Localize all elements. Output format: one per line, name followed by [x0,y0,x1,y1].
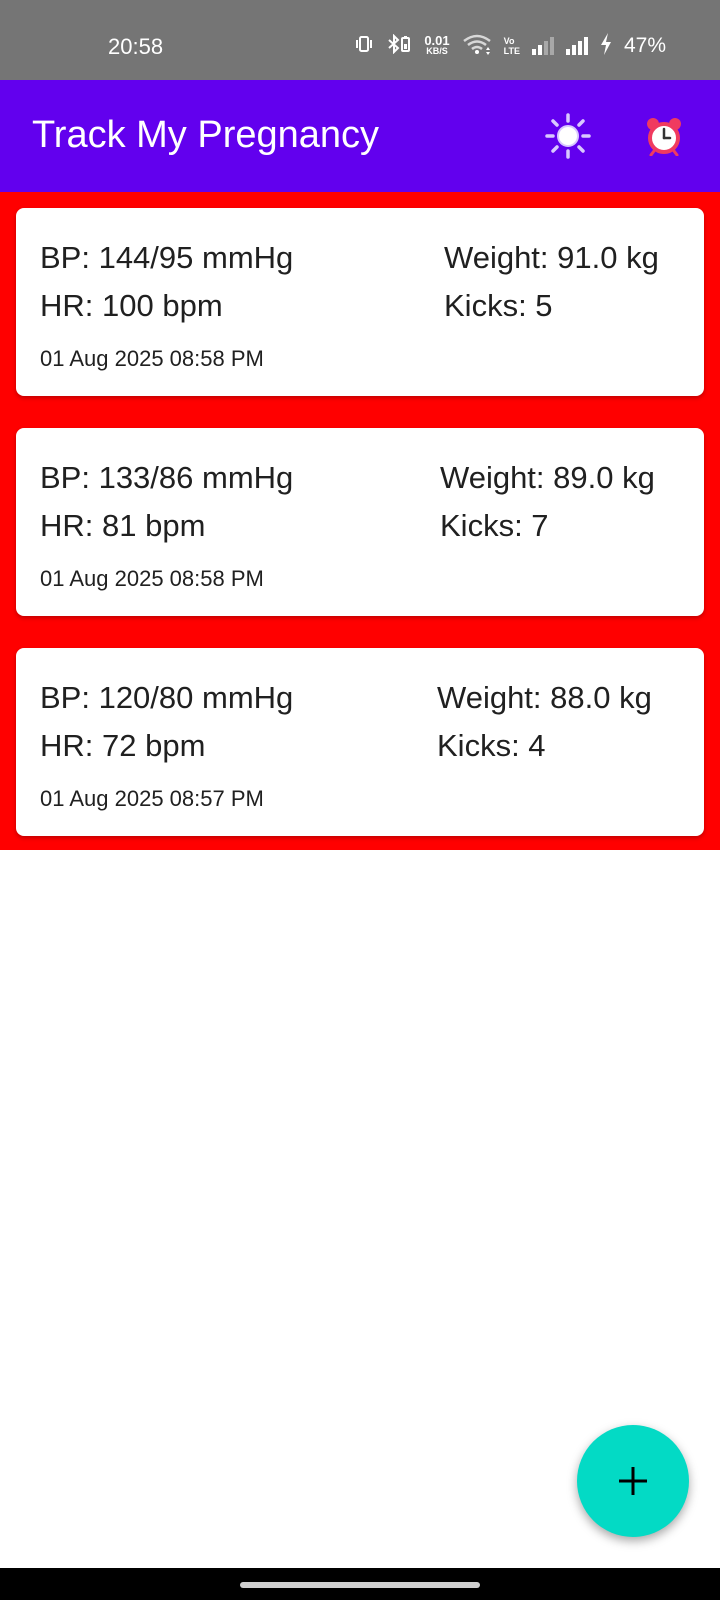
home-gesture-handle[interactable] [240,1582,480,1588]
alarm-clock-icon [647,118,681,156]
record-bp: BP: 144/95 mmHg [40,240,294,275]
record-weight: Weight: 91.0 kg [444,240,659,275]
status-icons: 0.01 KB/S Vo LTE 47% [354,32,666,60]
record-bp: BP: 133/86 mmHg [40,460,294,495]
volte-top: Vo [503,36,515,46]
screen: 20:58 0.01 KB/S Vo LTE 47% Track My Preg… [0,0,720,1600]
app-bar: Track My Pregnancy [0,80,720,192]
plus-icon [619,1467,647,1495]
record-date: 01 Aug 2025 08:57 PM [40,786,264,811]
record-kicks: Kicks: 4 [437,728,546,763]
record-date: 01 Aug 2025 08:58 PM [40,566,264,591]
volte-bottom: LTE [503,46,520,56]
signal-sim1-icon [531,37,554,55]
record-card[interactable]: BP: 120/80 mmHg HR: 72 bpm Weight: 88.0 … [16,648,704,836]
charging-icon [600,32,612,60]
app-title: Track My Pregnancy [32,114,380,156]
record-hr: HR: 100 bpm [40,288,223,323]
navigation-bar [0,1568,720,1600]
net-speed-value: 0.01 [424,33,450,48]
sun-icon [545,113,591,159]
record-hr: HR: 81 bpm [40,508,206,543]
record-card[interactable]: BP: 144/95 mmHg HR: 100 bpm Weight: 91.0… [16,208,704,396]
theme-toggle-button[interactable] [542,110,594,162]
record-kicks: Kicks: 7 [440,508,549,543]
battery-percent: 47% [623,34,666,57]
wifi-icon [462,33,492,60]
net-speed-unit: KB/S [426,46,448,56]
record-weight: Weight: 89.0 kg [440,460,655,495]
bluetooth-battery-icon [386,33,412,59]
record-kicks: Kicks: 5 [444,288,553,323]
record-date: 01 Aug 2025 08:58 PM [40,346,264,371]
net-speed: 0.01 KB/S [424,33,450,57]
reminder-button[interactable] [638,110,690,162]
add-record-button[interactable] [577,1425,689,1537]
vibrate-icon [354,34,374,59]
signal-sim2-icon [565,37,588,55]
record-weight: Weight: 88.0 kg [437,680,652,715]
status-bar: 20:58 0.01 KB/S Vo LTE 47% [0,0,720,80]
status-time: 20:58 [108,34,164,59]
records-list: BP: 144/95 mmHg HR: 100 bpm Weight: 91.0… [0,192,720,850]
record-bp: BP: 120/80 mmHg [40,680,294,715]
record-hr: HR: 72 bpm [40,728,206,763]
record-card[interactable]: BP: 133/86 mmHg HR: 81 bpm Weight: 89.0 … [16,428,704,616]
volte-indicator: Vo LTE [504,36,520,56]
